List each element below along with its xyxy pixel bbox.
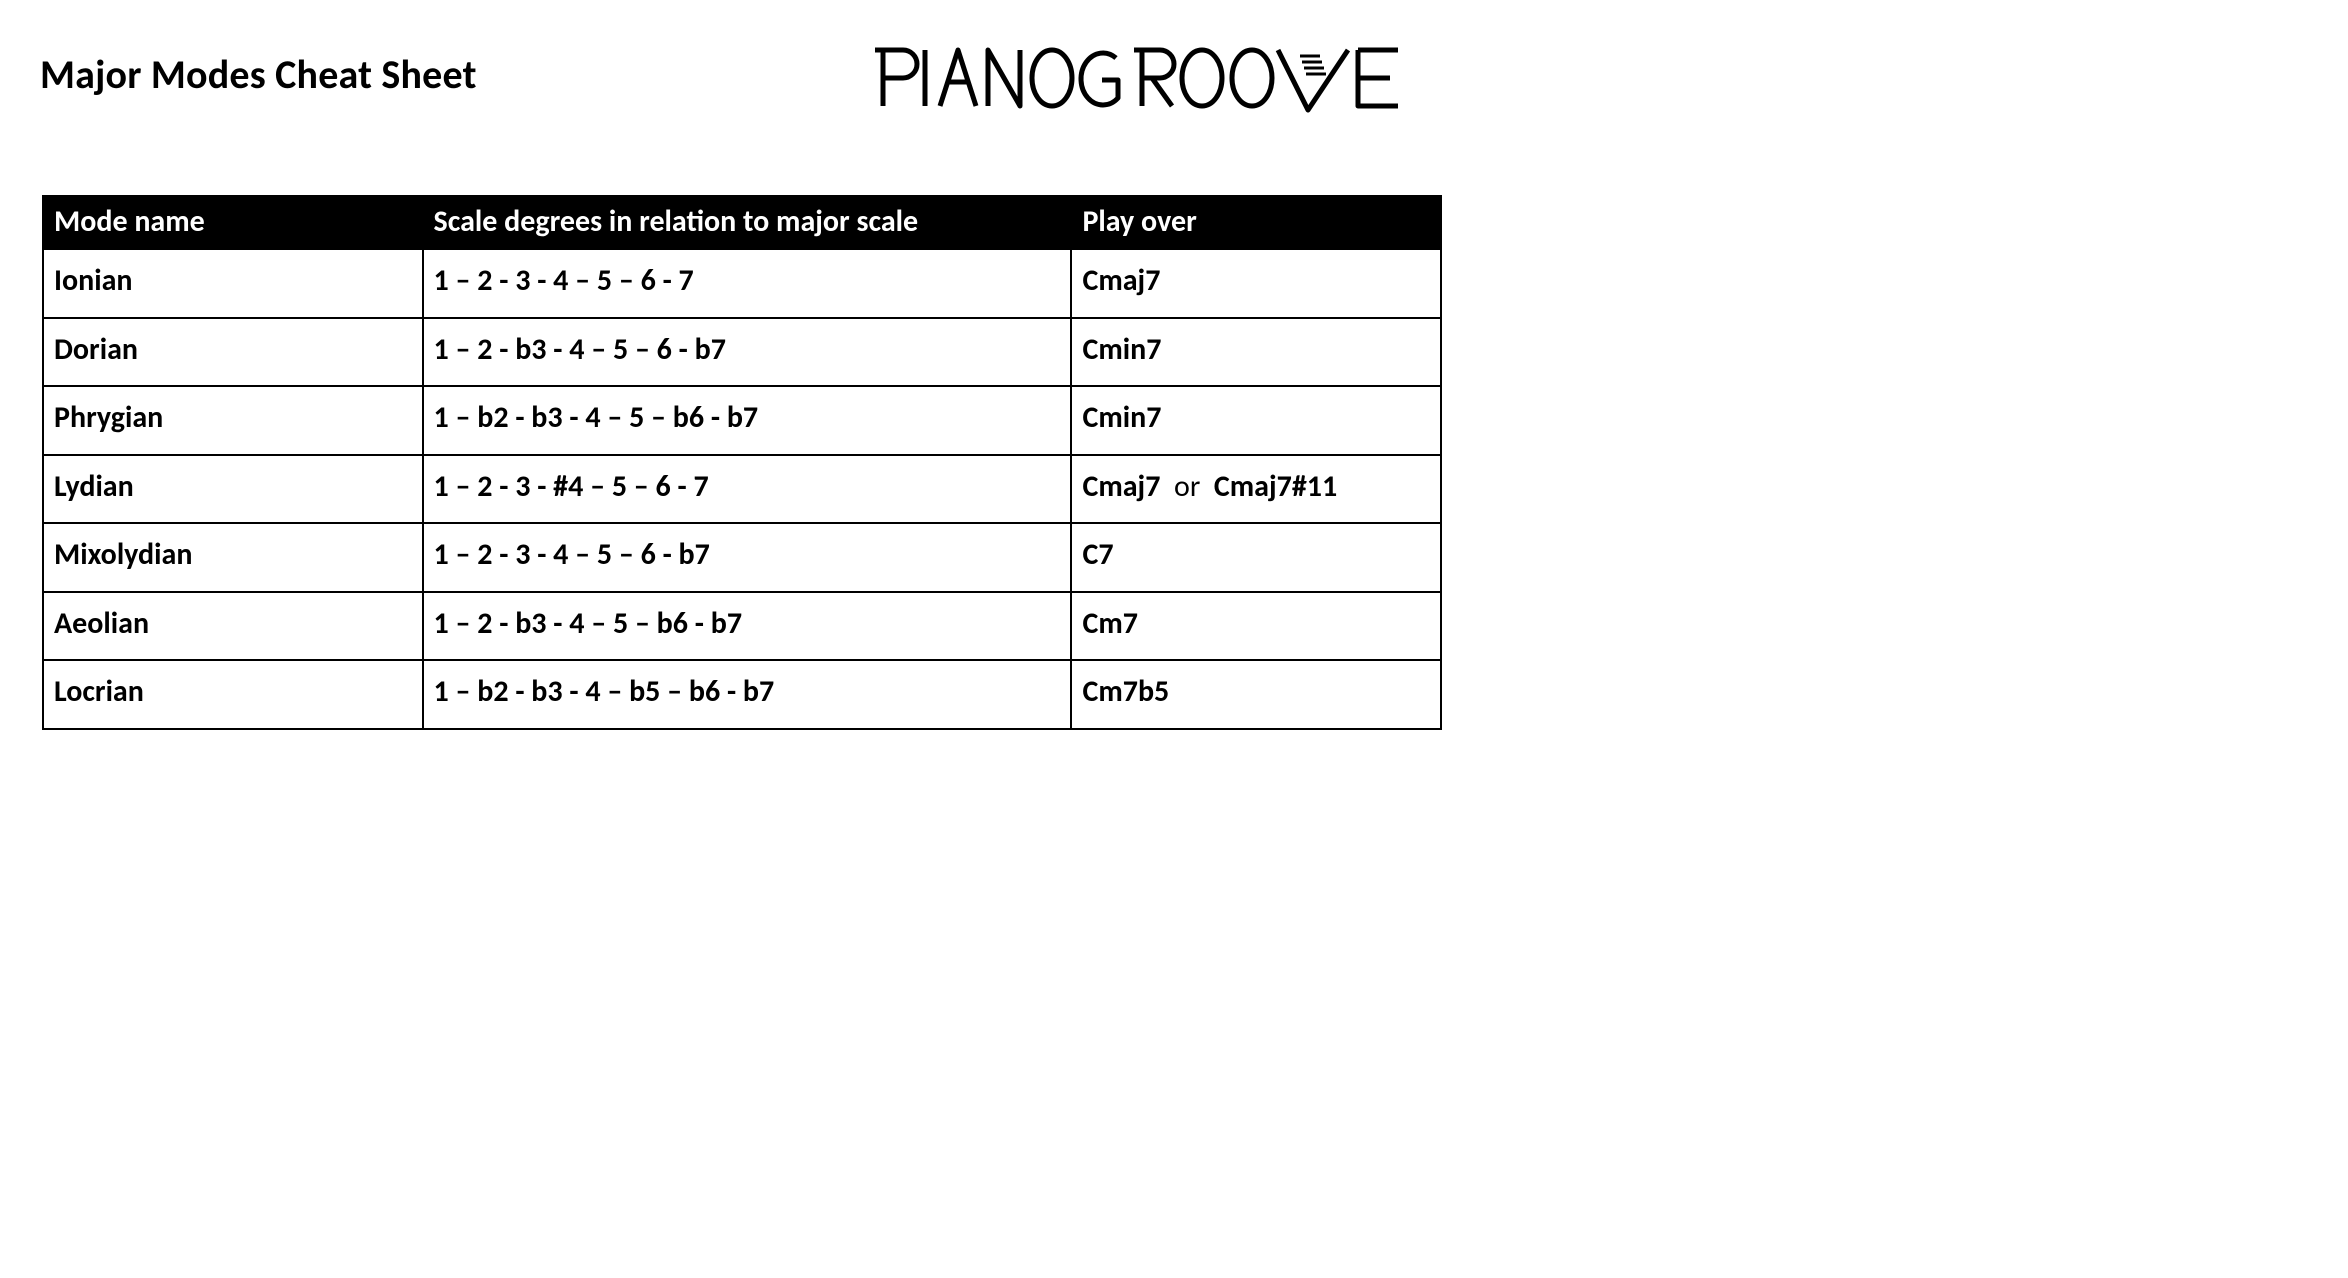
table-row: Aeolian 1 – 2 - b3 - 4 – 5 – b6 - b7 Cm7: [43, 592, 1441, 661]
cell-playover: Cmaj7 or Cmaj7#11: [1071, 455, 1441, 524]
cell-mode: Mixolydian: [43, 523, 423, 592]
cell-mode: Aeolian: [43, 592, 423, 661]
cell-degrees: 1 – 2 - b3 - 4 – 5 – 6 - b7: [423, 318, 1072, 387]
cell-playover: Cm7: [1071, 592, 1441, 661]
col-header-playover: Play over: [1071, 196, 1441, 249]
cell-mode: Locrian: [43, 660, 423, 729]
modes-table: Mode name Scale degrees in relation to m…: [42, 195, 1442, 730]
table-row: Ionian 1 – 2 - 3 - 4 – 5 – 6 - 7 Cmaj7: [43, 249, 1441, 318]
page-title: Major Modes Cheat Sheet: [40, 50, 477, 99]
cell-playover: Cmin7: [1071, 386, 1441, 455]
cell-mode: Ionian: [43, 249, 423, 318]
table-row: Lydian 1 – 2 - 3 - #4 – 5 – 6 - 7 Cmaj7 …: [43, 455, 1441, 524]
cell-mode: Phrygian: [43, 386, 423, 455]
table-header: Mode name Scale degrees in relation to m…: [43, 196, 1441, 249]
cell-degrees: 1 – 2 - b3 - 4 – 5 – b6 - b7: [423, 592, 1072, 661]
table-row: Mixolydian 1 – 2 - 3 - 4 – 5 – 6 - b7 C7: [43, 523, 1441, 592]
chord-label: Cmaj7: [1082, 468, 1160, 505]
cell-mode: Dorian: [43, 318, 423, 387]
cell-degrees: 1 – b2 - b3 - 4 – b5 – b6 - b7: [423, 660, 1072, 729]
cell-mode: Lydian: [43, 455, 423, 524]
brand-logo: [870, 42, 1430, 125]
table-row: Phrygian 1 – b2 - b3 - 4 – 5 – b6 - b7 C…: [43, 386, 1441, 455]
table-row: Dorian 1 – 2 - b3 - 4 – 5 – 6 - b7 Cmin7: [43, 318, 1441, 387]
pianogroove-logo-icon: [870, 42, 1430, 120]
cell-playover: C7: [1071, 523, 1441, 592]
cell-playover: Cmaj7: [1071, 249, 1441, 318]
cell-playover: Cm7b5: [1071, 660, 1441, 729]
table-body: Ionian 1 – 2 - 3 - 4 – 5 – 6 - 7 Cmaj7 D…: [43, 249, 1441, 729]
page: Major Modes Cheat Sheet: [0, 0, 1480, 770]
cell-playover: Cmin7: [1071, 318, 1441, 387]
chord-label: Cmaj7#11: [1214, 468, 1337, 505]
cell-degrees: 1 – b2 - b3 - 4 – 5 – b6 - b7: [423, 386, 1072, 455]
table-row: Locrian 1 – b2 - b3 - 4 – b5 – b6 - b7 C…: [43, 660, 1441, 729]
header: Major Modes Cheat Sheet: [40, 50, 1440, 125]
cell-degrees: 1 – 2 - 3 - 4 – 5 – 6 - b7: [423, 523, 1072, 592]
or-word: or: [1174, 468, 1200, 505]
col-header-degrees: Scale degrees in relation to major scale: [423, 196, 1072, 249]
cell-degrees: 1 – 2 - 3 - #4 – 5 – 6 - 7: [423, 455, 1072, 524]
col-header-mode: Mode name: [43, 196, 423, 249]
cell-degrees: 1 – 2 - 3 - 4 – 5 – 6 - 7: [423, 249, 1072, 318]
